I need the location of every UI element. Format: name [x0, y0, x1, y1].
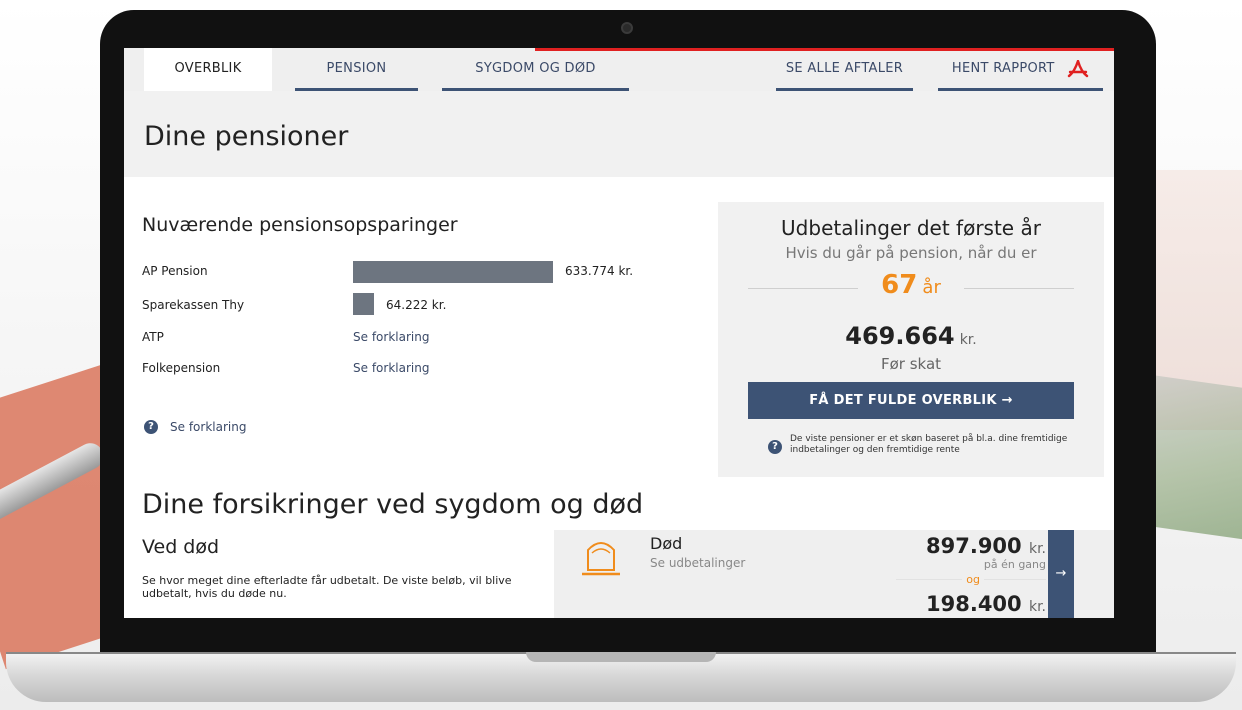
tab-overblik[interactable]: OVERBLIK: [144, 48, 272, 91]
death-card-arrow-button[interactable]: →: [1048, 530, 1074, 618]
top-nav: OVERBLIK PENSION SYGDOM OG DØD SE ALLE A…: [124, 48, 1114, 91]
age-unit: år: [922, 277, 941, 298]
tab-pension[interactable]: PENSION: [295, 48, 418, 91]
lump-sum-label: på én gang: [983, 558, 1046, 571]
death-payouts-link[interactable]: Se udbetalinger: [650, 556, 745, 570]
help-icon: ?: [768, 440, 782, 454]
death-amount-second: 198.400 kr.: [926, 592, 1046, 616]
death-section-title: Ved død: [142, 536, 220, 558]
payout-subtitle: Hvis du går på pension, når du er: [785, 244, 1037, 262]
savings-label-folkepension: Folkepension: [142, 361, 221, 375]
payout-amount-value: 469.664: [845, 322, 955, 350]
gravestone-icon: [582, 542, 620, 576]
savings-bar-sparekassen-thy: [353, 293, 374, 315]
page-header: Dine pensioner: [124, 91, 1114, 177]
age-value: 67: [881, 270, 918, 300]
payout-amount-unit: kr.: [959, 332, 977, 348]
and-label: og: [962, 573, 984, 586]
tab-sygdom-og-dod[interactable]: SYGDOM OG DØD: [442, 48, 629, 91]
pdf-icon: [1067, 59, 1089, 77]
tax-note: Før skat: [880, 355, 942, 373]
savings-label-atp: ATP: [142, 330, 164, 344]
payout-panel: Udbetalinger det første år Hvis du går p…: [718, 202, 1104, 477]
top-accent-bar: [535, 48, 1114, 51]
insurance-title: Dine forsikringer ved sygdom og død: [142, 489, 644, 520]
savings-value-ap-pension: 633.774 kr.: [565, 264, 634, 278]
tab-se-alle-aftaler[interactable]: SE ALLE AFTALER: [776, 48, 913, 91]
death-card: Død Se udbetalinger 897.900 kr. på én ga…: [554, 530, 1114, 618]
savings-explanation-link[interactable]: Se forklaring: [170, 420, 246, 434]
savings-value-sparekassen-thy: 64.222 kr.: [386, 298, 447, 312]
help-icon: ?: [144, 420, 158, 434]
savings-title: Nuværende pensionsopsparinger: [142, 214, 458, 236]
savings-label-ap-pension: AP Pension: [142, 264, 208, 278]
savings-bar-ap-pension: [353, 261, 553, 283]
death-section-text: Se hvor meget dine efterladte får udbeta…: [142, 574, 512, 600]
atp-explanation-link[interactable]: Se forklaring: [353, 330, 429, 344]
page-title: Dine pensioner: [144, 121, 349, 152]
savings-label-sparekassen-thy: Sparekassen Thy: [142, 298, 245, 312]
folkepension-explanation-link[interactable]: Se forklaring: [353, 361, 429, 375]
full-overview-button[interactable]: FÅ DET FULDE OVERBLIK →: [748, 382, 1074, 419]
payout-amount: 469.664 kr.: [718, 322, 1104, 350]
retirement-age[interactable]: 67 år: [718, 270, 1104, 300]
laptop-notch: [526, 652, 716, 662]
screen: OVERBLIK PENSION SYGDOM OG DØD SE ALLE A…: [124, 48, 1114, 618]
death-label: Død: [650, 534, 683, 553]
payout-note: De viste pensioner er et skøn baseret på…: [790, 434, 1068, 455]
camera-icon: [621, 22, 633, 34]
tab-hent-rapport[interactable]: HENT RAPPORT: [938, 48, 1103, 91]
payout-title: Udbetalinger det første år: [781, 216, 1041, 240]
death-amount-lump-sum: 897.900 kr.: [926, 534, 1046, 558]
